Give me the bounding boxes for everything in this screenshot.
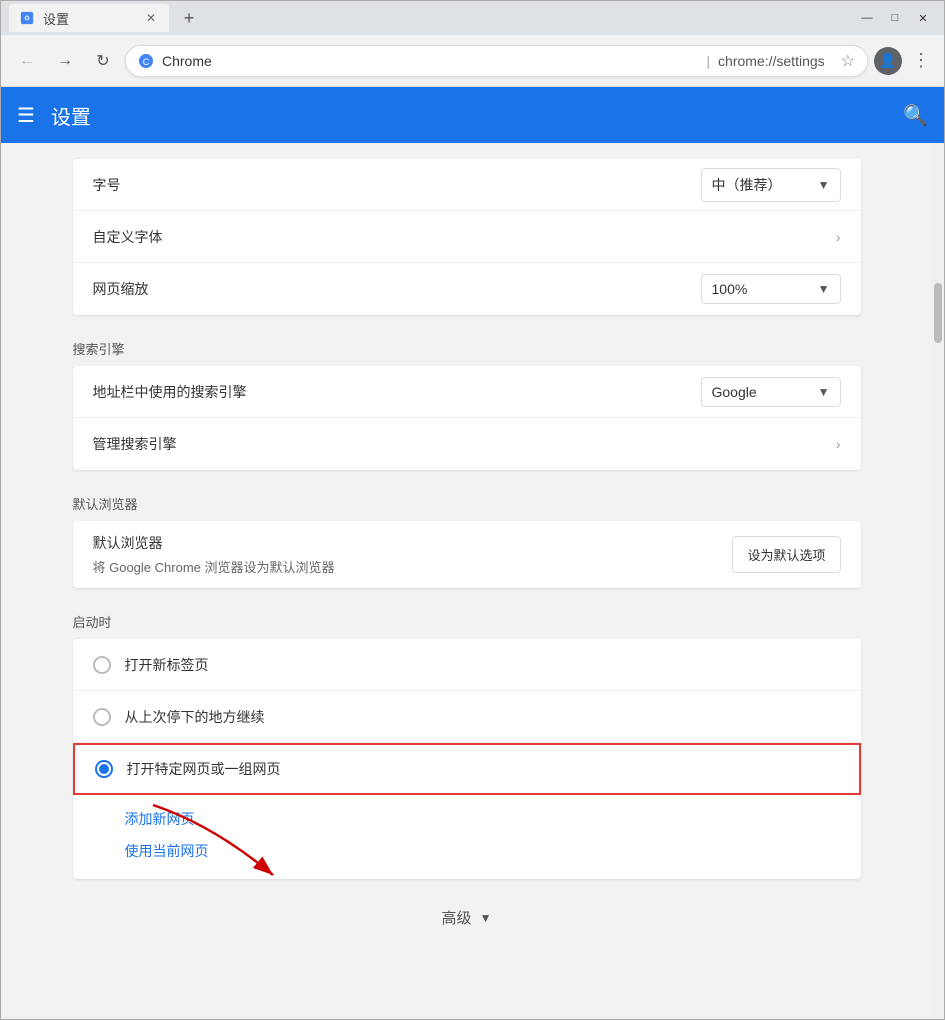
startup-option-continue[interactable]: 从上次停下的地方继续 (73, 691, 861, 743)
main-content: 字号 中（推荐） ▼ 自定义字体 › 网页缩放 (1, 143, 944, 1019)
zoom-value: 100% (712, 281, 748, 297)
scroll-area[interactable]: 字号 中（推荐） ▼ 自定义字体 › 网页缩放 (1, 143, 932, 1019)
manage-search-arrow-icon: › (836, 436, 841, 452)
address-bar-search-label: 地址栏中使用的搜索引擎 (93, 382, 701, 402)
browser-window: ⚙ 设置 ✕ + — □ ✕ ← → ↻ C Chrome | chrome:/… (0, 0, 945, 1020)
settings-content: 字号 中（推荐） ▼ 自定义字体 › 网页缩放 (57, 143, 877, 988)
manage-search-label: 管理搜索引擎 (93, 434, 836, 454)
default-browser-title: 默认浏览器 (93, 533, 335, 553)
minimize-button[interactable]: — (854, 8, 880, 28)
bookmark-star-icon[interactable]: ☆ (841, 51, 855, 71)
window-controls: — □ ✕ (854, 8, 936, 28)
dropdown-arrow-icon: ▼ (818, 178, 830, 192)
zoom-dropdown[interactable]: 100% ▼ (701, 274, 841, 304)
profile-avatar[interactable]: 👤 (874, 47, 902, 75)
menu-dots-icon[interactable]: ⋮ (908, 46, 934, 75)
refresh-button[interactable]: ↻ (87, 45, 119, 77)
default-browser-section-label: 默认浏览器 (57, 478, 877, 521)
custom-font-label: 自定义字体 (93, 227, 836, 247)
search-engine-section-label: 搜索引擎 (57, 323, 877, 366)
search-engine-dropdown[interactable]: Google ▼ (701, 377, 841, 407)
startup-section: 打开新标签页 从上次停下的地方继续 打开特定网页或一组网页 (73, 639, 861, 879)
tab-title: 设置 (43, 9, 69, 28)
set-default-button[interactable]: 设为默认选项 (732, 536, 840, 573)
startup-specific-label: 打开特定网页或一组网页 (127, 759, 281, 779)
default-browser-card: 默认浏览器 将 Google Chrome 浏览器设为默认浏览器 设为默认选项 (73, 521, 861, 588)
scrollbar[interactable] (932, 143, 944, 1019)
back-button[interactable]: ← (11, 45, 43, 77)
address-bar-search-control: Google ▼ (701, 377, 841, 407)
url-path: chrome://settings (718, 53, 825, 69)
default-browser-info: 默认浏览器 将 Google Chrome 浏览器设为默认浏览器 (93, 533, 335, 576)
url-domain: Chrome (162, 53, 698, 69)
startup-option-newtab[interactable]: 打开新标签页 (73, 639, 861, 691)
advanced-label: 高级 (442, 907, 472, 928)
zoom-dropdown-arrow-icon: ▼ (818, 282, 830, 296)
url-separator: | (706, 53, 710, 69)
font-size-row: 字号 中（推荐） ▼ (73, 159, 861, 211)
arrow-right-icon: › (836, 229, 841, 245)
startup-continue-label: 从上次停下的地方继续 (125, 707, 265, 727)
zoom-row: 网页缩放 100% ▼ (73, 263, 861, 315)
zoom-label: 网页缩放 (93, 279, 701, 299)
maximize-button[interactable]: □ (882, 8, 908, 28)
startup-option-specific[interactable]: 打开特定网页或一组网页 (73, 743, 861, 795)
new-tab-button[interactable]: + (175, 4, 203, 32)
svg-text:⚙: ⚙ (24, 15, 30, 23)
hamburger-icon[interactable]: ☰ (17, 103, 35, 128)
font-zoom-card: 字号 中（推荐） ▼ 自定义字体 › 网页缩放 (73, 159, 861, 315)
use-current-page-link[interactable]: 使用当前网页 (125, 835, 841, 867)
advanced-section[interactable]: 高级 ▼ (57, 887, 877, 948)
radio-continue[interactable] (93, 708, 111, 726)
radio-specific[interactable] (95, 760, 113, 778)
scrollbar-thumb[interactable] (934, 283, 942, 343)
font-size-control: 中（推荐） ▼ (701, 168, 841, 202)
svg-text:C: C (143, 57, 150, 67)
url-bar[interactable]: C Chrome | chrome://settings ☆ (125, 45, 868, 77)
settings-title: 设置 (51, 101, 91, 130)
browser-tab[interactable]: ⚙ 设置 ✕ (9, 4, 169, 32)
startup-section-label: 启动时 (57, 596, 877, 639)
settings-header: ☰ 设置 🔍 (1, 87, 944, 143)
add-new-page-link[interactable]: 添加新网页 (125, 803, 841, 835)
startup-card: 打开新标签页 从上次停下的地方继续 打开特定网页或一组网页 (73, 639, 861, 879)
profile-icon: 👤 (879, 52, 896, 69)
zoom-control: 100% ▼ (701, 274, 841, 304)
search-engine-arrow-icon: ▼ (818, 385, 830, 399)
tab-favicon: ⚙ (19, 10, 35, 26)
startup-newtab-label: 打开新标签页 (125, 655, 209, 675)
radio-newtab[interactable] (93, 656, 111, 674)
url-favicon-icon: C (138, 53, 154, 69)
search-icon[interactable]: 🔍 (903, 103, 928, 128)
tab-close-button[interactable]: ✕ (143, 10, 159, 26)
default-browser-desc: 将 Google Chrome 浏览器设为默认浏览器 (93, 557, 335, 576)
title-bar: ⚙ 设置 ✕ + — □ ✕ (1, 1, 944, 35)
search-engine-value: Google (712, 384, 757, 400)
close-button[interactable]: ✕ (910, 8, 936, 28)
advanced-arrow-icon: ▼ (480, 911, 492, 925)
startup-sub-options: 添加新网页 使用当前网页 (73, 795, 861, 879)
custom-font-row[interactable]: 自定义字体 › (73, 211, 861, 263)
font-size-value: 中（推荐） (712, 175, 782, 195)
address-bar: ← → ↻ C Chrome | chrome://settings ☆ 👤 ⋮ (1, 35, 944, 87)
forward-button[interactable]: → (49, 45, 81, 77)
search-engine-card: 地址栏中使用的搜索引擎 Google ▼ 管理搜索引擎 › (73, 366, 861, 470)
font-size-dropdown[interactable]: 中（推荐） ▼ (701, 168, 841, 202)
manage-search-row[interactable]: 管理搜索引擎 › (73, 418, 861, 470)
font-size-label: 字号 (93, 175, 701, 195)
address-bar-search-row: 地址栏中使用的搜索引擎 Google ▼ (73, 366, 861, 418)
